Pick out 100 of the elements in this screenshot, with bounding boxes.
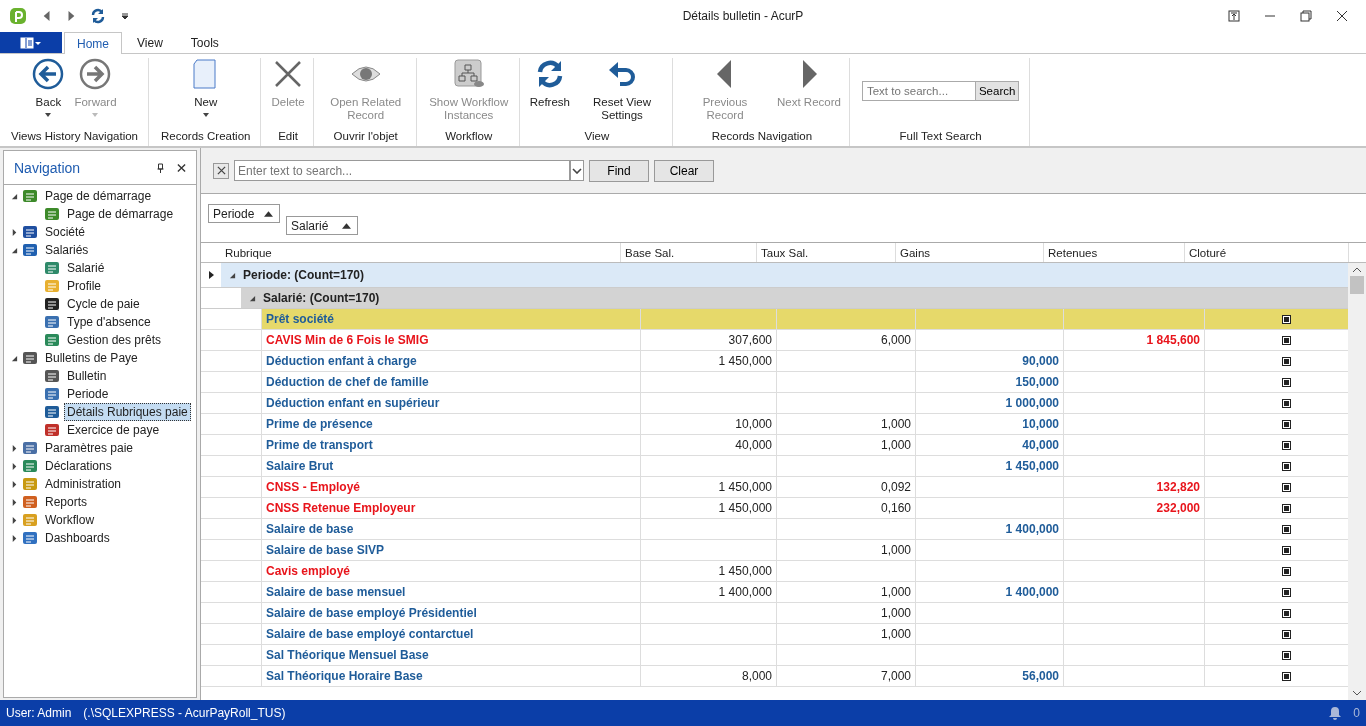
checkbox[interactable]	[1282, 419, 1291, 429]
close-icon[interactable]	[177, 162, 186, 173]
checkbox[interactable]	[1282, 629, 1291, 639]
tree-item[interactable]: Administration	[42, 475, 125, 493]
tree-item-icon	[44, 332, 60, 348]
checkbox[interactable]	[1282, 461, 1291, 471]
tree-item-icon	[44, 278, 60, 294]
checkbox[interactable]	[1282, 545, 1291, 555]
checkbox[interactable]	[1282, 650, 1291, 660]
group-by-chip[interactable]: Salarié	[286, 216, 358, 235]
tree-item[interactable]: Workflow	[42, 511, 98, 529]
ribbon-tab[interactable]: View	[124, 32, 176, 53]
tree-item[interactable]: Page de démarrage	[42, 187, 155, 205]
scroll-down-icon[interactable]	[1353, 691, 1361, 696]
dropdown-button[interactable]	[570, 160, 584, 181]
scroll-thumb[interactable]	[1350, 276, 1364, 294]
checkbox[interactable]	[1282, 671, 1291, 681]
find-button[interactable]: Find	[589, 159, 649, 182]
workflow-icon	[452, 58, 485, 90]
ribbon-button[interactable]: Refresh	[525, 58, 574, 109]
table-cell: Déduction enfant à charge	[266, 354, 417, 368]
table-cell: 6,000	[777, 330, 916, 350]
checkbox[interactable]	[1282, 524, 1291, 534]
tree-item[interactable]: Paramètres paie	[42, 439, 137, 457]
group-by-chip[interactable]: Periode	[208, 204, 280, 223]
back-arrow-icon[interactable]	[42, 9, 52, 23]
expander-icon[interactable]	[11, 192, 18, 200]
expander-icon[interactable]	[11, 354, 18, 362]
expander-icon[interactable]	[11, 498, 18, 506]
tree-item[interactable]: Reports	[42, 493, 91, 511]
expander-icon[interactable]	[11, 534, 18, 542]
column-header[interactable]: Rubrique	[221, 243, 621, 262]
tree-item[interactable]: Profile	[64, 277, 104, 295]
tree-item[interactable]: Type d'absence	[64, 313, 154, 331]
tree-item[interactable]: Salariés	[42, 241, 92, 259]
expander-icon[interactable]	[11, 480, 18, 488]
tree-item[interactable]: Periode	[64, 385, 112, 403]
checkbox[interactable]	[1282, 440, 1291, 450]
ribbon-tab[interactable]: Tools	[177, 32, 232, 53]
expander-icon[interactable]	[11, 462, 18, 470]
tree-item[interactable]: Gestion des prêts	[64, 331, 165, 349]
ribbon-button[interactable]: Back	[28, 58, 69, 117]
checkbox[interactable]	[1282, 335, 1291, 345]
restore-icon[interactable]	[1300, 10, 1312, 22]
checkbox[interactable]	[1282, 482, 1291, 492]
search-button[interactable]: Search	[975, 81, 1020, 101]
column-header[interactable]: Retenues	[1044, 243, 1185, 262]
column-header[interactable]: Taux Sal.	[757, 243, 896, 262]
expander-icon[interactable]	[11, 516, 18, 524]
column-header[interactable]: Base Sal.	[621, 243, 757, 262]
tree-item[interactable]: Bulletin	[64, 367, 110, 385]
tree-item[interactable]: Détails Rubriques paie	[64, 403, 191, 421]
group-label: View	[583, 129, 611, 144]
expander-icon[interactable]	[11, 228, 18, 236]
table-cell: 1,000	[777, 603, 916, 623]
bell-icon[interactable]	[1329, 706, 1342, 720]
table-cell: 1 450,000	[916, 456, 1064, 476]
tree-item[interactable]: Société	[42, 223, 89, 241]
checkbox[interactable]	[1282, 356, 1291, 366]
checkbox[interactable]	[1282, 503, 1291, 513]
table-cell: Salaire de base SIVP	[266, 543, 385, 557]
tree-item[interactable]: Exercice de paye	[64, 421, 163, 439]
refresh-icon[interactable]	[90, 8, 106, 24]
table-cell: 0,160	[777, 498, 916, 518]
tree-item[interactable]: Page de démarrage	[64, 205, 177, 223]
panel-layout-icon	[20, 36, 42, 49]
clear-button[interactable]: Clear	[654, 159, 714, 182]
search-field[interactable]: Enter text to search...	[234, 160, 570, 181]
close-find-button[interactable]	[213, 162, 229, 179]
sort-ascending-icon	[342, 222, 351, 229]
checkbox[interactable]	[1282, 566, 1291, 576]
group-row[interactable]: Periode: (Count=170)	[221, 263, 1348, 287]
application-menu-button[interactable]	[0, 32, 62, 53]
table-cell: 1 450,000	[641, 351, 777, 371]
expander-icon[interactable]	[11, 444, 18, 452]
forward-arrow-icon[interactable]	[66, 9, 76, 23]
tree-item[interactable]: Cycle de paie	[64, 295, 143, 313]
checkbox[interactable]	[1282, 377, 1291, 387]
scroll-up-icon[interactable]	[1353, 267, 1361, 272]
vertical-scrollbar[interactable]	[1348, 263, 1366, 700]
ribbon-button[interactable]: New	[185, 58, 226, 117]
pin-icon[interactable]	[156, 162, 165, 173]
tree-item[interactable]: Dashboards	[42, 529, 113, 547]
ribbon-tab[interactable]: Home	[64, 32, 122, 54]
tree-item[interactable]: Bulletins de Paye	[42, 349, 141, 367]
ribbon-button[interactable]: Reset View Settings	[576, 58, 668, 122]
table-cell: Déduction enfant en supérieur	[266, 396, 440, 410]
checkbox[interactable]	[1282, 587, 1291, 597]
tree-item[interactable]: Déclarations	[42, 457, 115, 475]
checkbox[interactable]	[1282, 608, 1291, 618]
expander-icon[interactable]	[11, 246, 18, 254]
close-icon[interactable]	[1336, 10, 1348, 22]
checkbox[interactable]	[1282, 314, 1291, 324]
column-header[interactable]: Gains	[896, 243, 1044, 262]
tree-item[interactable]: Salarié	[64, 259, 108, 277]
search-field[interactable]: Text to search...	[861, 81, 976, 101]
group-row[interactable]: Salarié: (Count=170)	[241, 288, 1348, 308]
checkbox[interactable]	[1282, 398, 1291, 408]
pin-window-icon[interactable]	[1228, 10, 1240, 22]
column-header[interactable]: Cloturé	[1185, 243, 1349, 262]
